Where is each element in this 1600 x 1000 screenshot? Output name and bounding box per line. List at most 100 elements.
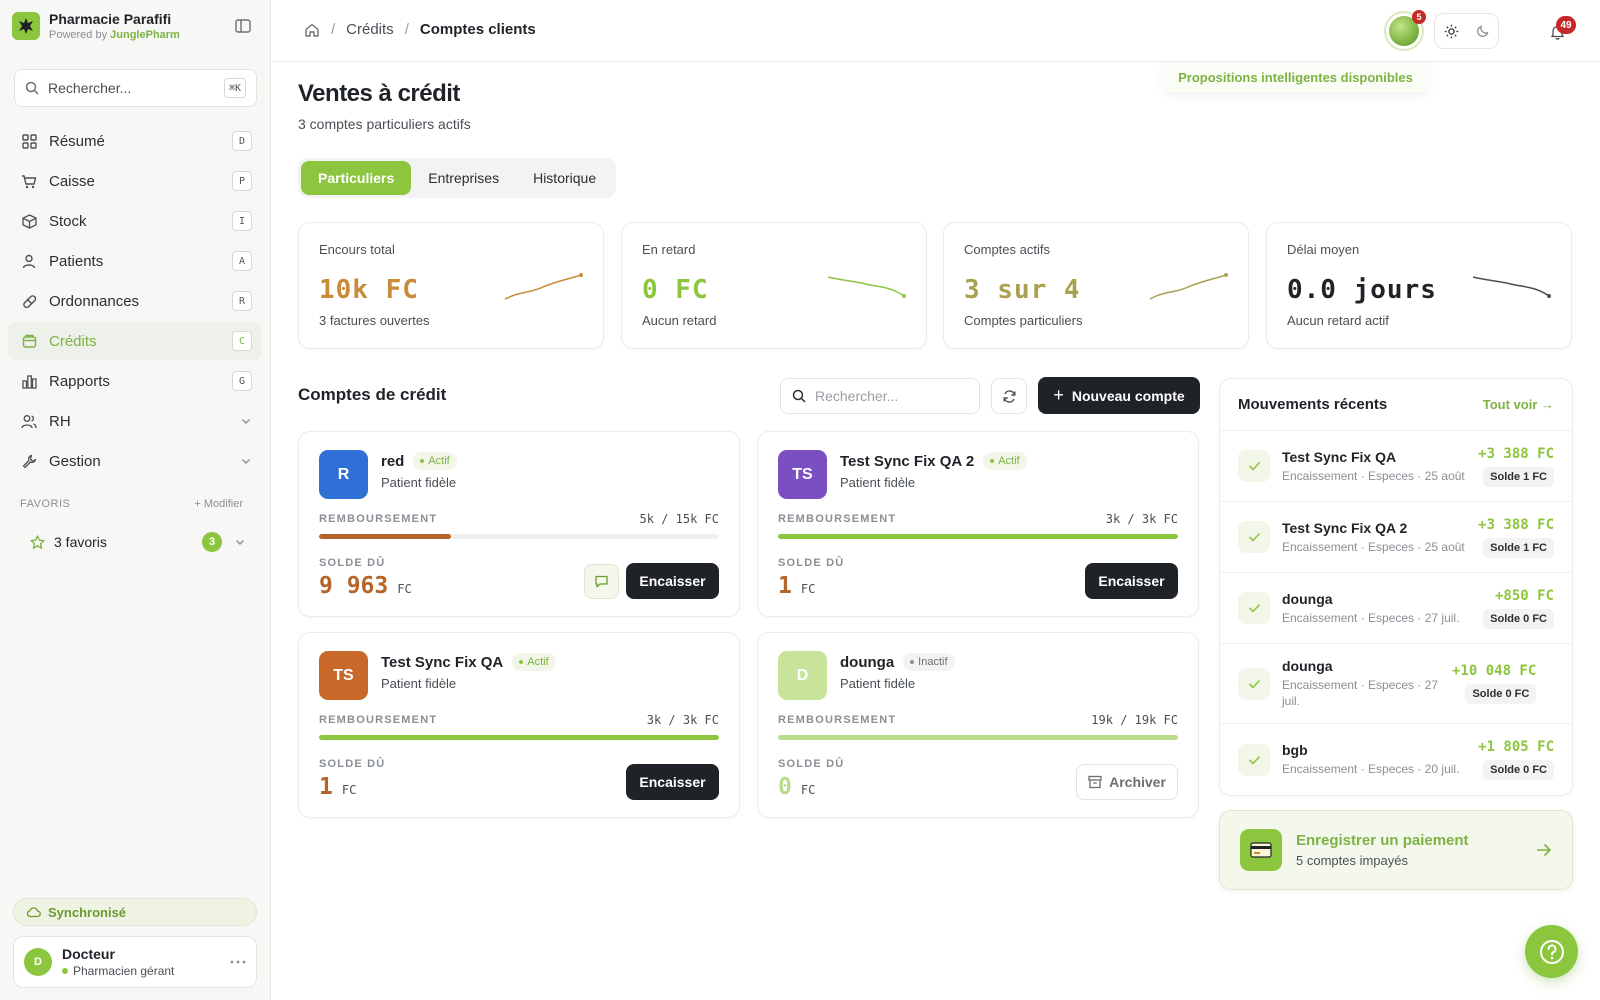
stat-label: Comptes actifs	[964, 242, 1050, 257]
status-badge: Actif	[983, 452, 1027, 470]
tab-historique[interactable]: Historique	[516, 161, 613, 195]
credit-account-card[interactable]: TS Test Sync Fix QA Actif Patient fidèle…	[298, 632, 740, 818]
brand-name: Pharmacie Parafifi	[49, 11, 172, 27]
new-account-button[interactable]: + Nouveau compte	[1038, 377, 1200, 414]
account-name: dounga	[840, 653, 895, 671]
list-item[interactable]: dounga Encaissement · Especes · 27 juil.…	[1220, 573, 1572, 644]
bar-chart-icon	[21, 373, 37, 389]
sidebar-item-label: Rapports	[49, 372, 110, 390]
credit-search-placeholder: Rechercher...	[815, 388, 899, 404]
due-unit: FC	[800, 783, 816, 797]
home-icon[interactable]	[304, 22, 320, 38]
check-icon	[1238, 450, 1270, 482]
list-item[interactable]: Test Sync Fix QA Encaissement · Especes …	[1220, 431, 1572, 502]
arrow-right-icon	[1537, 843, 1552, 857]
due-unit: FC	[800, 582, 816, 596]
credit-search-input[interactable]: Rechercher...	[780, 378, 980, 414]
reimbursement-progress-fill	[778, 735, 1178, 740]
movement-balance: Solde 0 FC	[1465, 684, 1537, 704]
movement-balance: Solde 1 FC	[1483, 466, 1554, 487]
check-icon	[1238, 743, 1270, 776]
more-icon[interactable]	[230, 960, 246, 964]
movement-balance: Solde 0 FC	[1483, 760, 1554, 780]
tab-entreprises[interactable]: Entreprises	[411, 161, 516, 195]
sparkline-down-icon	[827, 276, 906, 298]
reimbursement-caption: REMBOURSEMENT	[319, 513, 438, 525]
reimbursement-progress-fill	[319, 735, 719, 740]
assistant-button[interactable]: 5	[1384, 10, 1426, 51]
brand[interactable]: Pharmacie Parafifi Powered by JunglePhar…	[12, 10, 180, 42]
account-avatar: R	[319, 450, 368, 499]
sidebar-item-gestion[interactable]: Gestion	[8, 442, 262, 480]
list-item[interactable]: bgb Encaissement · Especes · 20 juil. +1…	[1220, 724, 1572, 795]
theme-toggle[interactable]	[1434, 13, 1499, 49]
credit-account-card[interactable]: R red Actif Patient fidèle REMBOURSEMENT…	[298, 431, 740, 617]
sidebar-item-ordonnances[interactable]: Ordonnances R	[8, 282, 262, 320]
list-item[interactable]: dounga Encaissement · Especes · 27 juil.…	[1220, 644, 1572, 724]
credit-account-card[interactable]: TS Test Sync Fix QA 2 Actif Patient fidè…	[757, 431, 1199, 617]
box-icon	[21, 213, 37, 229]
sun-icon[interactable]	[1444, 24, 1459, 39]
tab-bar: Particuliers Entreprises Historique	[298, 158, 617, 198]
sync-status[interactable]: Synchronisé	[13, 898, 257, 926]
reimbursement-amount: 19k / 19k FC	[1091, 713, 1178, 727]
help-button[interactable]	[1525, 925, 1578, 978]
page-subtitle: 3 comptes particuliers actifs	[298, 116, 471, 132]
due-amount: 9 963	[319, 573, 389, 599]
sidebar-item-credits[interactable]: Crédits C	[8, 322, 262, 360]
see-all-link[interactable]: Tout voir →	[1483, 397, 1554, 412]
sidebar-item-label: RH	[49, 412, 71, 430]
chevron-down-icon	[236, 540, 244, 545]
chevron-down-icon	[242, 419, 250, 424]
breadcrumb-credits[interactable]: Crédits	[346, 21, 394, 38]
sidebar-item-caisse[interactable]: Caisse P	[8, 162, 262, 200]
sidebar-search[interactable]: Rechercher... ⌘K	[14, 69, 257, 107]
user-menu[interactable]: D Docteur Pharmacien gérant	[13, 936, 257, 988]
record-payment-card[interactable]: Enregistrer un paiement 5 comptes impayé…	[1219, 810, 1573, 890]
stat-label: Encours total	[319, 242, 395, 257]
list-item[interactable]: Test Sync Fix QA 2 Encaissement · Espece…	[1220, 502, 1572, 573]
refresh-icon	[1003, 389, 1015, 403]
collect-button[interactable]: Encaisser	[1085, 563, 1178, 599]
shortcut-key: R	[232, 291, 252, 311]
breadcrumb-current: Comptes clients	[419, 21, 536, 38]
refresh-button[interactable]	[991, 378, 1027, 414]
movement-description: Encaissement · Especes · 20 juil.	[1282, 762, 1460, 776]
movement-amount: +3 388 FC	[1478, 445, 1554, 462]
message-button[interactable]	[584, 563, 619, 599]
favorites-header: FAVORIS + Modifier	[20, 498, 243, 510]
sidebar-toggle-icon[interactable]	[234, 17, 252, 35]
sidebar-item-rapports[interactable]: Rapports G	[8, 362, 262, 400]
movement-amount: +1 805 FC	[1478, 739, 1554, 755]
recent-movements-title: Mouvements récents	[1238, 396, 1388, 413]
status-badge: Inactif	[903, 653, 955, 671]
stat-card-comptes-actifs: Comptes actifs 3 sur 4 Comptes particuli…	[943, 222, 1249, 349]
smart-suggestions-hint[interactable]: Propositions intelligentes disponibles	[1163, 62, 1428, 92]
sidebar-item-stock[interactable]: Stock I	[8, 202, 262, 240]
sidebar-item-label: Crédits	[49, 332, 97, 350]
sidebar-item-patients[interactable]: Patients A	[8, 242, 262, 280]
favorites-toggle[interactable]: 3 favoris 3	[20, 528, 246, 556]
tab-particuliers[interactable]: Particuliers	[301, 161, 412, 195]
favorites-edit-button[interactable]: + Modifier	[194, 498, 243, 510]
movement-description: Encaissement · Especes · 27 juil.	[1282, 678, 1439, 708]
notifications-button[interactable]: 49	[1544, 16, 1576, 44]
archive-button[interactable]: Archiver	[1076, 764, 1178, 800]
collect-button[interactable]: Encaisser	[626, 563, 719, 599]
sidebar-item-resume[interactable]: Résumé D	[8, 122, 262, 160]
movement-amount: +850 FC	[1494, 587, 1554, 604]
movement-description: Encaissement · Especes · 25 août	[1282, 468, 1465, 483]
sidebar-item-rh[interactable]: RH	[8, 402, 262, 440]
movement-name: Test Sync Fix QA 2	[1282, 519, 1408, 536]
due-amount: 1	[319, 774, 333, 800]
stat-card-delai-moyen: Délai moyen 0.0 jours Aucun retard actif	[1266, 222, 1572, 349]
wrench-icon	[21, 453, 37, 469]
collect-button[interactable]: Encaisser	[626, 764, 719, 800]
movement-amount: +10 048 FC	[1452, 663, 1537, 679]
topbar: / Crédits / Comptes clients 5 49	[272, 0, 1600, 62]
shortcut-key: P	[232, 171, 252, 191]
movement-name: bgb	[1282, 742, 1308, 758]
credit-account-card[interactable]: D dounga Inactif Patient fidèle REMBOURS…	[757, 632, 1199, 818]
archive-label: Archiver	[1109, 774, 1166, 790]
moon-icon[interactable]	[1476, 24, 1490, 38]
